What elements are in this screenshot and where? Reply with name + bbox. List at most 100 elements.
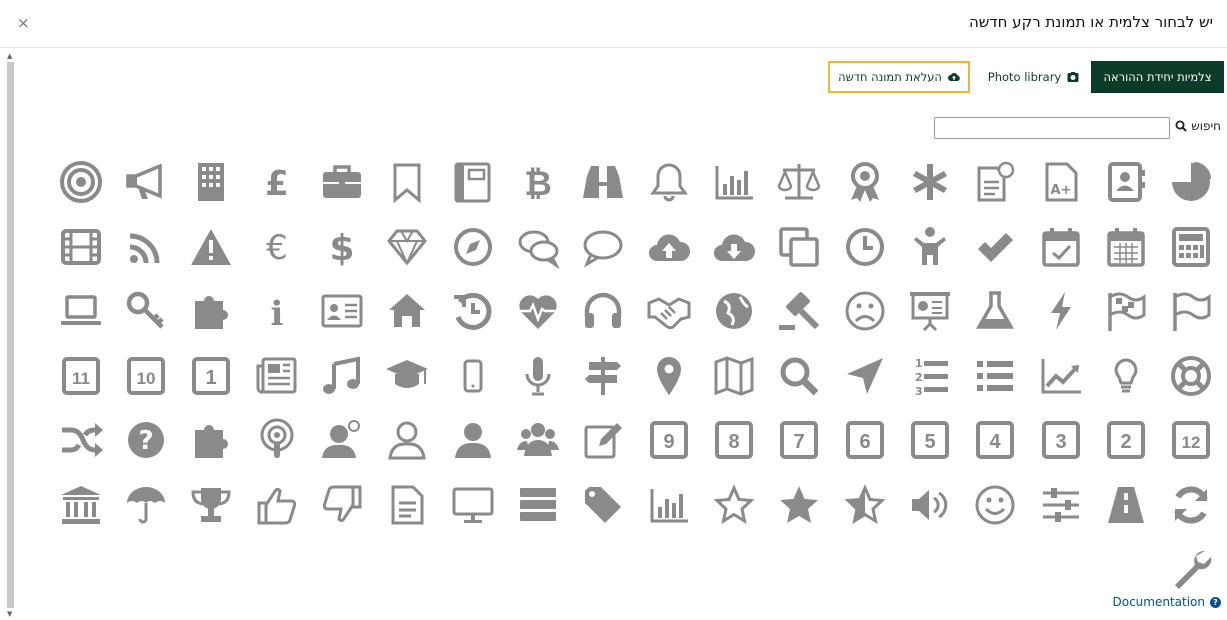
icon-option-gavel[interactable] <box>767 279 832 344</box>
icon-option-line-chart[interactable] <box>1028 344 1093 409</box>
icon-option-thumbs-up[interactable] <box>244 473 309 538</box>
icon-option-number-8[interactable]: 8 <box>701 408 766 473</box>
search-input[interactable] <box>934 117 1170 139</box>
icon-option-building[interactable] <box>179 150 244 215</box>
icon-option-sliders[interactable] <box>1028 473 1093 538</box>
icon-option-volume[interactable] <box>897 473 962 538</box>
icon-option-umbrella[interactable] <box>113 473 178 538</box>
icon-option-flag-outline[interactable] <box>1159 279 1224 344</box>
icon-option-music[interactable] <box>309 344 374 409</box>
icon-option-lightning[interactable] <box>1028 279 1093 344</box>
icon-option-address-book[interactable] <box>1093 150 1158 215</box>
scrollbar[interactable]: ▲ ▼ <box>6 50 15 620</box>
icon-option-home[interactable] <box>375 279 440 344</box>
icon-option-number-10[interactable]: 10 <box>113 344 178 409</box>
icon-option-heartbeat[interactable] <box>505 279 570 344</box>
icon-option-asterisk[interactable] <box>897 150 962 215</box>
icon-option-dollar[interactable]: $ <box>309 215 374 280</box>
icon-option-key[interactable] <box>113 279 178 344</box>
icon-option-compass[interactable] <box>440 215 505 280</box>
icon-option-document-clock[interactable] <box>963 150 1028 215</box>
icon-option-bell[interactable] <box>636 150 701 215</box>
icon-option-notebook[interactable] <box>440 150 505 215</box>
icon-option-calculator[interactable] <box>1159 215 1224 280</box>
icon-option-flag-checkered[interactable] <box>1093 279 1158 344</box>
icon-option-presentation[interactable] <box>897 279 962 344</box>
icon-option-grade-a-plus[interactable]: A+ <box>1028 150 1093 215</box>
icon-option-bank[interactable] <box>48 473 113 538</box>
icon-option-copy[interactable] <box>767 215 832 280</box>
unit-icons-button[interactable]: צלמיות יחידת ההוראה <box>1091 61 1224 93</box>
icon-option-laptop[interactable] <box>48 279 113 344</box>
icon-option-pie-chart[interactable] <box>1159 150 1224 215</box>
icon-option-map-pin[interactable] <box>636 344 701 409</box>
icon-option-podcast[interactable] <box>244 408 309 473</box>
icon-option-monitor[interactable] <box>440 473 505 538</box>
icon-option-lightbulb[interactable] <box>1093 344 1158 409</box>
icon-option-diamond[interactable] <box>375 215 440 280</box>
icon-option-number-4[interactable]: 4 <box>963 408 1028 473</box>
icon-option-map[interactable] <box>701 344 766 409</box>
icon-option-bitcoin[interactable]: ₿ <box>505 150 570 215</box>
icon-option-puzzle[interactable] <box>179 408 244 473</box>
upload-new-image-button[interactable]: העלאת תמונה חדשה <box>828 61 970 93</box>
icon-option-cloud-upload[interactable] <box>636 215 701 280</box>
icon-option-pound[interactable]: £ <box>244 150 309 215</box>
icon-option-briefcase[interactable] <box>309 150 374 215</box>
icon-option-smile[interactable] <box>963 473 1028 538</box>
icon-option-number-11[interactable]: 11 <box>48 344 113 409</box>
icon-option-clock[interactable] <box>832 215 897 280</box>
icon-option-checkmark[interactable] <box>963 215 1028 280</box>
icon-option-location-arrow[interactable] <box>832 344 897 409</box>
icon-option-star[interactable] <box>767 473 832 538</box>
icon-option-scales[interactable] <box>767 150 832 215</box>
icon-option-document[interactable] <box>375 473 440 538</box>
icon-option-target[interactable] <box>48 150 113 215</box>
icon-option-megaphone[interactable] <box>113 150 178 215</box>
icon-option-number-5[interactable]: 5 <box>897 408 962 473</box>
icon-option-refresh[interactable] <box>1159 473 1224 538</box>
documentation-link[interactable]: Documentation ? <box>1112 595 1221 609</box>
icon-option-sad-face[interactable] <box>832 279 897 344</box>
icon-option-speech-bubble[interactable] <box>571 215 636 280</box>
icon-option-child[interactable] <box>897 215 962 280</box>
icon-option-rss[interactable] <box>113 215 178 280</box>
icon-option-flask[interactable] <box>963 279 1028 344</box>
icon-option-star-outline[interactable] <box>701 473 766 538</box>
icon-option-calendar[interactable] <box>1093 215 1158 280</box>
icon-option-bar-chart[interactable] <box>701 150 766 215</box>
icon-option-number-9[interactable]: 9 <box>636 408 701 473</box>
icon-option-edit[interactable] <box>571 408 636 473</box>
photo-library-button[interactable]: Photo library <box>985 61 1082 93</box>
icon-option-newspaper[interactable] <box>244 344 309 409</box>
icon-option-users[interactable] <box>505 408 570 473</box>
icon-option-bar-chart[interactable] <box>636 473 701 538</box>
scroll-down-arrow-icon[interactable]: ▼ <box>7 610 12 618</box>
icon-option-microphone[interactable] <box>505 344 570 409</box>
icon-option-list[interactable] <box>963 344 1028 409</box>
icon-option-award-ribbon[interactable] <box>832 150 897 215</box>
icon-option-graduation-cap[interactable] <box>375 344 440 409</box>
icon-option-number-6[interactable]: 6 <box>832 408 897 473</box>
icon-option-history[interactable] <box>440 279 505 344</box>
icon-option-user-idea[interactable] <box>309 408 374 473</box>
icon-option-question[interactable]: ? <box>113 408 178 473</box>
icon-option-server[interactable] <box>505 473 570 538</box>
scrollbar-thumb[interactable] <box>7 62 14 608</box>
icon-option-numbered-list[interactable]: 123 <box>897 344 962 409</box>
icon-option-headphones[interactable] <box>571 279 636 344</box>
icon-option-mobile-phone[interactable] <box>440 344 505 409</box>
close-icon[interactable]: × <box>17 14 30 32</box>
icon-option-number-3[interactable]: 3 <box>1028 408 1093 473</box>
icon-option-binoculars[interactable] <box>571 150 636 215</box>
icon-option-info[interactable]: i <box>244 279 309 344</box>
icon-option-thumbs-down[interactable] <box>309 473 374 538</box>
icon-option-calendar-check[interactable] <box>1028 215 1093 280</box>
icon-option-puzzle-pieces[interactable] <box>179 279 244 344</box>
icon-option-magnifier[interactable] <box>767 344 832 409</box>
icon-option-shuffle[interactable] <box>48 408 113 473</box>
icon-option-signpost[interactable] <box>571 344 636 409</box>
icon-option-star-half[interactable] <box>832 473 897 538</box>
icon-option-id-card[interactable] <box>309 279 374 344</box>
icon-option-number-1[interactable]: 1 <box>179 344 244 409</box>
